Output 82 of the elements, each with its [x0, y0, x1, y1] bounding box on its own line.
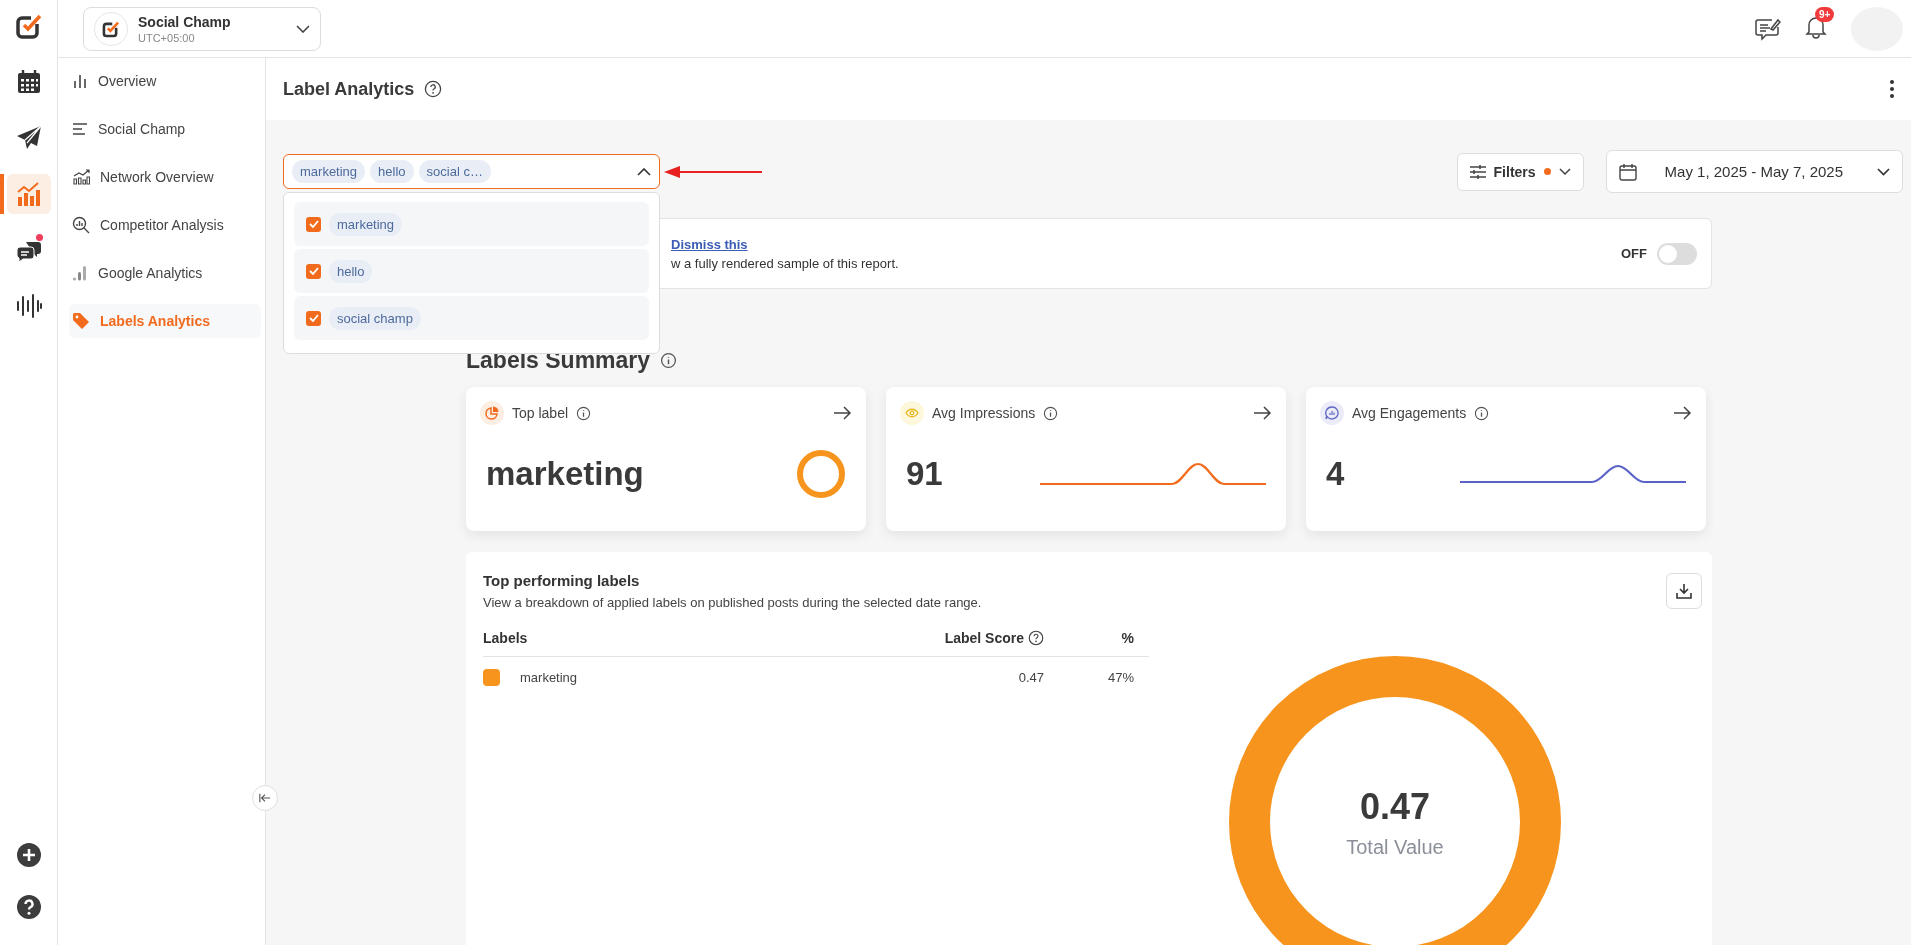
card-value: marketing: [486, 455, 644, 493]
chat-chart-icon: [1325, 406, 1339, 420]
table-cell: marketing: [520, 669, 578, 685]
sliders-icon: [1469, 164, 1486, 179]
arrow-right-icon[interactable]: [1674, 406, 1692, 420]
sidebar-item[interactable]: Network Overview: [69, 160, 261, 194]
label-select[interactable]: marketing hello social c…: [283, 154, 660, 189]
banner-text: w a fully rendered sample of this report.: [671, 255, 899, 271]
date-range-picker[interactable]: May 1, 2025 - May 7, 2025: [1605, 150, 1903, 193]
page-title: Label Analytics: [283, 78, 415, 100]
label-option[interactable]: social champ: [294, 296, 649, 340]
collapse-sidebar-button[interactable]: [252, 785, 278, 811]
eye-icon: [905, 408, 919, 418]
add-icon[interactable]: [14, 841, 43, 869]
chevron-down-icon: [1558, 168, 1571, 175]
compose-message-icon[interactable]: [1755, 16, 1781, 41]
arrow-right-icon[interactable]: [1254, 406, 1272, 420]
info-icon[interactable]: [660, 352, 678, 369]
info-icon[interactable]: [1043, 405, 1059, 421]
checkbox[interactable]: [306, 216, 321, 232]
signal-bars-icon: [72, 265, 88, 281]
label-chip: hello: [329, 259, 373, 283]
label-chip: marketing: [329, 212, 403, 236]
card-title: Avg Engagements: [1352, 405, 1467, 421]
panel-description: View a breakdown of applied labels on published posts during the selected date range.: [483, 595, 983, 610]
label-option[interactable]: marketing: [294, 202, 649, 246]
workspace-selector[interactable]: Social Champ UTC+05:00: [83, 6, 321, 51]
help-icon[interactable]: [14, 893, 43, 921]
info-icon[interactable]: [576, 405, 592, 421]
help-icon[interactable]: [1028, 630, 1044, 646]
workspace-timezone: UTC+05:00: [138, 31, 196, 44]
card-title: Top label: [512, 405, 569, 421]
chart-icon[interactable]: [15, 181, 42, 207]
sidebar-item[interactable]: Competitor Analysis: [69, 208, 261, 242]
checkbox[interactable]: [306, 263, 321, 279]
donut-total-value: 0.47: [1359, 785, 1431, 828]
sidebar-item[interactable]: Social Champ: [69, 112, 261, 146]
card-value: 91: [906, 455, 943, 493]
sidebar-item[interactable]: Google Analytics: [69, 256, 261, 290]
label-chip: marketing: [292, 160, 366, 183]
toggle-label: OFF: [1621, 246, 1647, 261]
notification-badge: 9+: [1815, 6, 1835, 22]
column-header: %: [1120, 630, 1135, 646]
paper-plane-icon[interactable]: [15, 125, 42, 151]
download-icon: [1676, 583, 1692, 599]
column-header: Labels: [483, 630, 529, 646]
donut-center-label: Total Value: [1346, 835, 1444, 859]
calendar-icon: [1618, 162, 1637, 181]
chevron-down-icon: [296, 24, 310, 33]
filters-button[interactable]: Filters: [1456, 152, 1584, 191]
collapse-arrow-icon: [259, 793, 271, 803]
column-header: Label Score: [944, 630, 1024, 646]
chevron-down-icon: [1877, 167, 1890, 176]
card-title: Avg Impressions: [932, 405, 1036, 421]
sidebar-item[interactable]: Overview: [69, 64, 261, 98]
label-chip: social c…: [418, 160, 491, 183]
workspace-name: Social Champ: [138, 13, 232, 30]
label-option[interactable]: hello: [294, 249, 649, 293]
table-cell-text: 47%: [1106, 669, 1135, 685]
sample-toggle[interactable]: [1657, 242, 1697, 265]
info-icon[interactable]: [1474, 405, 1490, 421]
calendar-icon[interactable]: [15, 69, 42, 95]
arrow-right-icon[interactable]: [834, 406, 852, 420]
help-icon[interactable]: [424, 80, 443, 98]
more-options-icon[interactable]: [1889, 79, 1895, 99]
label-chip: hello: [370, 160, 414, 183]
panel-title: Top performing labels: [483, 572, 641, 589]
logo-icon[interactable]: [14, 12, 43, 40]
table-cell-text: 0.47: [1017, 669, 1044, 685]
label-chip: social champ: [329, 306, 421, 330]
dismiss-link[interactable]: Dismiss this: [671, 236, 899, 252]
checkbox[interactable]: [306, 310, 321, 326]
growth-chart-icon: [72, 169, 90, 185]
waveform-icon[interactable]: [15, 293, 42, 319]
ring-drawing: [796, 449, 846, 499]
text-lines-icon: [72, 122, 88, 136]
card-value: 4: [1326, 455, 1345, 493]
magnifier-chart-icon: [72, 216, 90, 234]
download-button[interactable]: [1666, 573, 1702, 609]
bar-chart-icon: [72, 73, 88, 89]
tag-icon: [72, 312, 90, 330]
pie-chart-icon: [485, 406, 499, 420]
